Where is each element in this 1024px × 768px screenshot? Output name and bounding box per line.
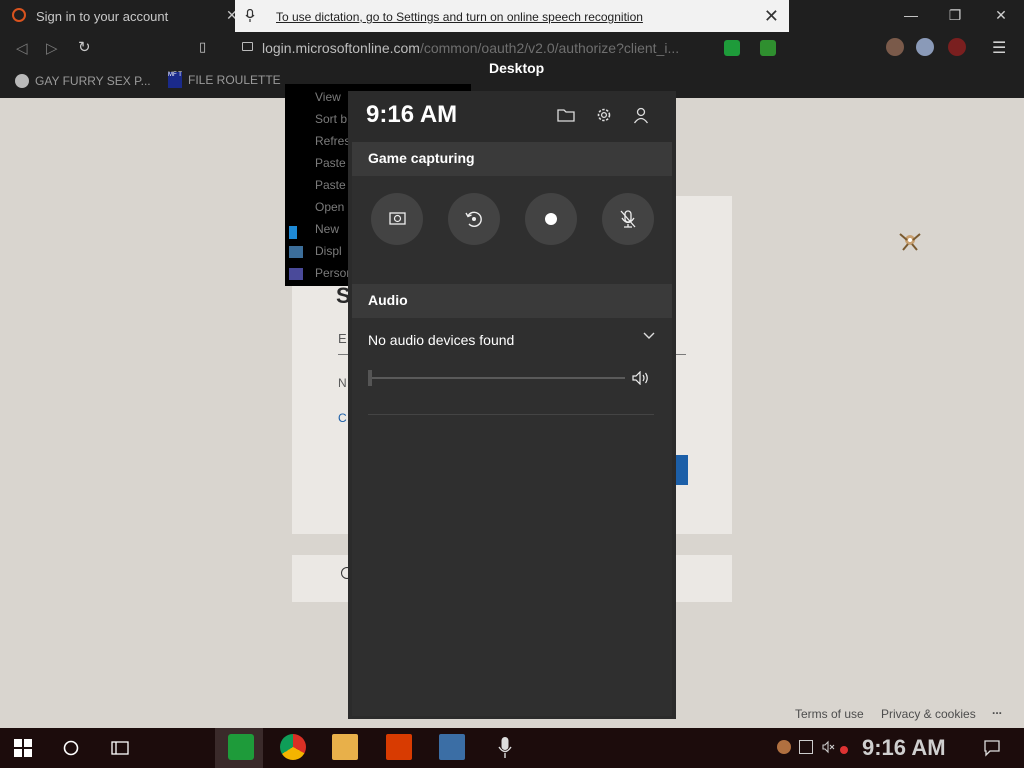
ctx-paste-shortcut[interactable]: Paste (315, 178, 346, 192)
address-url: login.microsoftonline.com/common/oauth2/… (262, 40, 680, 56)
record-last-button[interactable] (448, 193, 500, 245)
speaker-icon[interactable] (632, 371, 650, 385)
volume-muted-icon[interactable] (822, 740, 836, 754)
ctx-open[interactable]: Open (315, 200, 344, 214)
email-input-fragment[interactable]: E (338, 331, 347, 346)
capture-section-header: Game capturing (352, 142, 672, 176)
audio-divider (368, 414, 654, 415)
remote-desktop-icon[interactable] (439, 734, 465, 760)
volume-slider[interactable] (370, 377, 625, 379)
office-icon[interactable] (386, 734, 412, 760)
capture-section-title: Game capturing (368, 150, 475, 166)
more-options-icon[interactable]: ... (992, 703, 1002, 717)
ublock-icon[interactable] (948, 38, 966, 56)
cursor-critter-icon (899, 233, 921, 251)
mic-toggle-button[interactable] (602, 193, 654, 245)
dictation-settings-link[interactable]: To use dictation, go to Settings and tur… (276, 10, 643, 24)
restore-button[interactable]: ❐ (940, 4, 970, 26)
lock-icon (242, 42, 253, 51)
forward-icon[interactable]: ▷ (46, 39, 58, 57)
tab-title: Sign in to your account (36, 9, 169, 24)
history-icon (465, 211, 482, 227)
address-bar[interactable]: login.microsoftonline.com/common/oauth2/… (228, 34, 784, 62)
start-recording-button[interactable] (525, 193, 577, 245)
bookmark-icon[interactable]: ▯ (199, 39, 206, 55)
back-icon[interactable]: ◁ (16, 39, 28, 57)
mic-off-icon (620, 210, 636, 228)
ctx-refresh[interactable]: Refres (315, 134, 350, 148)
ctx-paste[interactable]: Paste (315, 156, 346, 170)
windows-start-icon[interactable] (12, 737, 34, 759)
display-icon (289, 246, 303, 258)
notification-badge-icon (840, 746, 848, 754)
volume-slider-thumb[interactable] (368, 370, 372, 386)
folder-icon[interactable] (557, 106, 575, 124)
bookmark-item[interactable]: GAY FURRY SEX P... (15, 74, 151, 88)
bookmark-label: FILE ROULETTE (188, 73, 281, 87)
dictation-close-icon[interactable]: ✕ (764, 6, 779, 27)
ctx-sort-by[interactable]: Sort b (315, 112, 347, 126)
audio-section-title: Audio (368, 292, 408, 308)
tray-app-icon[interactable] (777, 740, 791, 754)
personalize-icon (289, 268, 303, 280)
extension-globe-icon[interactable] (916, 38, 934, 56)
browser-menu-icon[interactable]: ☰ (992, 38, 1006, 58)
globe-icon (15, 74, 29, 88)
ctx-personalize[interactable]: Persor (315, 266, 350, 280)
ctx-display-settings[interactable]: Displ (315, 244, 342, 258)
network-icon[interactable] (799, 740, 813, 754)
chrome-icon[interactable] (280, 734, 306, 760)
bookmark-item[interactable]: MF T FILE ROULETTE (168, 72, 281, 88)
camera-icon (389, 212, 406, 225)
bookmark-label: GAY FURRY SEX P... (35, 74, 151, 88)
chevron-down-icon[interactable] (643, 331, 655, 341)
task-view-icon[interactable] (110, 738, 130, 758)
account-icon[interactable] (632, 106, 650, 124)
file-explorer-icon[interactable] (332, 734, 358, 760)
no-account-fragment: N (338, 376, 347, 390)
screenshot-button[interactable] (371, 193, 423, 245)
ctx-new[interactable]: New (315, 222, 339, 236)
minimize-button[interactable]: — (896, 4, 926, 26)
chat-app-icon[interactable] (228, 734, 254, 760)
dictation-banner: To use dictation, go to Settings and tur… (235, 0, 789, 35)
audio-section-header: Audio (352, 284, 672, 318)
gear-icon[interactable] (595, 106, 613, 124)
taskbar-clock[interactable]: 9:16 AM (862, 735, 946, 761)
audio-device-select[interactable]: No audio devices found (368, 332, 514, 348)
cant-access-fragment[interactable]: C (338, 411, 347, 425)
search-icon[interactable] (61, 738, 81, 758)
terms-link[interactable]: Terms of use (795, 707, 864, 721)
extension-chat-icon[interactable] (724, 40, 740, 56)
reload-icon[interactable]: ↻ (78, 38, 91, 56)
extension-shield-icon[interactable] (760, 40, 776, 56)
tab-favicon-icon (12, 8, 26, 22)
close-window-button[interactable]: ✕ (986, 4, 1016, 26)
microphone-taskbar-icon[interactable] (492, 734, 518, 760)
action-center-icon[interactable] (983, 739, 1001, 757)
terminal-icon (289, 226, 297, 239)
browser-tab[interactable]: Sign in to your account ✕ (0, 0, 240, 32)
record-dot-icon (545, 213, 557, 225)
extension-avatar-icon[interactable] (886, 38, 904, 56)
microphone-icon (245, 9, 255, 22)
mft-icon: MF T (168, 72, 182, 88)
gamebar-window-title: Desktop (489, 60, 545, 76)
gamebar-time: 9:16 AM (366, 101, 458, 128)
ctx-view[interactable]: View (315, 90, 341, 104)
privacy-link[interactable]: Privacy & cookies (881, 707, 976, 721)
